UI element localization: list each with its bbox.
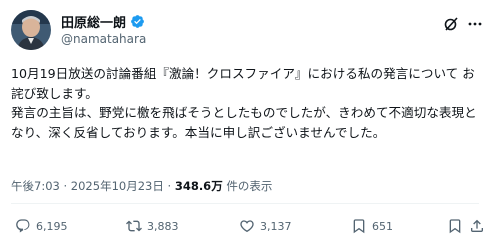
bookmark-count-button[interactable]: 651 xyxy=(351,218,393,234)
like-button[interactable]: 3,137 xyxy=(239,218,292,234)
post-header: 田原総一朗 @namatahara xyxy=(11,10,483,50)
repost-button[interactable]: 3,883 xyxy=(126,218,179,234)
share-button[interactable] xyxy=(469,218,485,234)
post-date[interactable]: 2025年10月23日 xyxy=(71,179,164,193)
bookmark-button[interactable] xyxy=(447,218,463,234)
post-meta: 午後7:03 · 2025年10月23日 · 348.6万 件の表示 xyxy=(11,178,272,194)
repost-count: 3,883 xyxy=(147,219,179,233)
divider xyxy=(11,203,479,204)
like-icon xyxy=(240,220,254,233)
reply-count: 6,195 xyxy=(36,219,68,233)
bookmark-icon xyxy=(449,219,461,234)
meta-separator: · xyxy=(167,179,172,193)
user-handle[interactable]: @namatahara xyxy=(61,32,146,46)
meta-separator: · xyxy=(63,179,68,193)
verified-badge-icon xyxy=(130,14,145,29)
views-icon xyxy=(353,219,365,234)
more-icon[interactable] xyxy=(467,16,483,32)
reply-button[interactable]: 6,195 xyxy=(15,218,68,234)
post-time[interactable]: 午後7:03 xyxy=(11,179,60,193)
grok-icon[interactable] xyxy=(443,16,459,32)
share-icon xyxy=(471,219,483,232)
action-bar: 6,195 3,883 3,137 651 xyxy=(11,218,483,236)
repost-icon xyxy=(126,220,142,232)
views-count: 348.6万 xyxy=(174,179,223,193)
views-label: 件の表示 xyxy=(226,179,273,193)
bookmark-count: 651 xyxy=(372,219,393,233)
reply-icon xyxy=(16,219,30,233)
post-text: 10月19日放送の討論番組『激論！クロスファイア』における私の発言について お詫… xyxy=(11,66,477,140)
avatar[interactable] xyxy=(11,10,51,50)
display-name[interactable]: 田原総一朗 xyxy=(61,12,126,31)
like-count: 3,137 xyxy=(260,219,292,233)
